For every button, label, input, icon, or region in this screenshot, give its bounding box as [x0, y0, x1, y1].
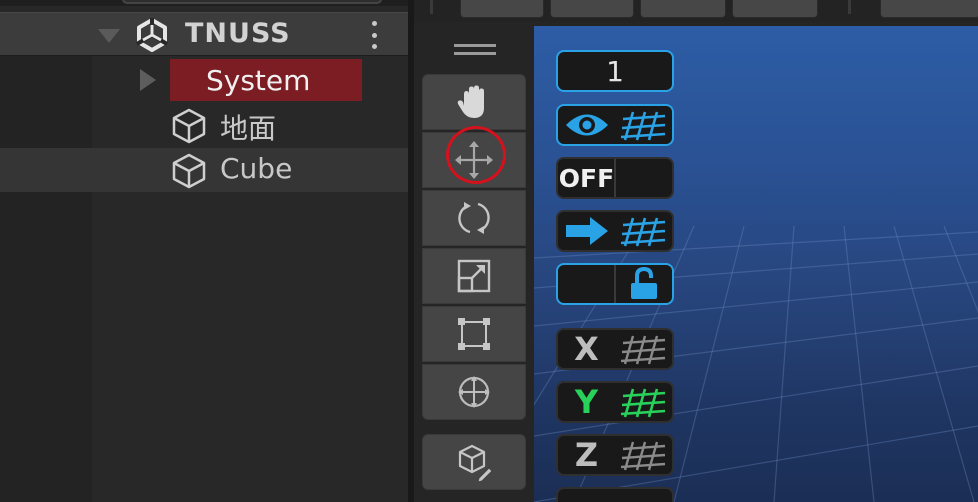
arrow-half [558, 212, 615, 250]
scale-tool-icon [457, 259, 491, 293]
toolbar-button[interactable] [640, 0, 726, 18]
custom-tool-icon [458, 444, 493, 483]
hierarchy-toolbar [0, 0, 408, 6]
hierarchy-search-field[interactable] [122, 0, 382, 4]
system-foldout-arrow[interactable] [140, 69, 156, 91]
drag-handle[interactable] [454, 44, 496, 47]
lock-toggle[interactable] [556, 263, 674, 305]
rotate-tool-button[interactable] [422, 190, 526, 246]
grid-icon [620, 388, 665, 418]
axis-z-grid-toggle[interactable]: Z [556, 434, 674, 476]
off-half: OFF [558, 159, 615, 197]
layer-count: 1 [606, 54, 624, 88]
layer-count-button[interactable]: 1 [556, 50, 674, 92]
grid-half [615, 330, 672, 368]
toggle-knob [558, 265, 615, 303]
axis-y-grid-toggle[interactable]: Y [556, 381, 674, 423]
toggle-knob [615, 159, 672, 197]
hierarchy-item-ground[interactable]: 地面 [0, 103, 408, 147]
grid-icon [620, 217, 665, 247]
editor-window: TNUSS System 地面 Cube 1 OFF X Y Z [0, 0, 978, 502]
custom-tool-button[interactable] [422, 434, 526, 490]
transform-tool-button[interactable] [422, 364, 526, 420]
eye-half [558, 106, 615, 144]
axis-x-label: X [574, 330, 599, 368]
toolbar-button[interactable] [550, 0, 634, 18]
toolbar-button[interactable] [732, 0, 818, 18]
cube-icon [172, 153, 206, 189]
highlight-ring [446, 126, 506, 184]
cube-icon [172, 108, 206, 144]
scene-row[interactable]: TNUSS [0, 12, 408, 56]
drag-handle[interactable] [454, 52, 496, 55]
hand-tool-icon [457, 85, 484, 118]
unity-logo-icon [135, 18, 169, 52]
hierarchy-item-cube[interactable]: Cube [0, 148, 408, 192]
toolbar-separator [848, 0, 851, 14]
visibility-grid-toggle[interactable] [556, 104, 674, 146]
grid-icon [620, 335, 665, 365]
axis-y-label: Y [574, 383, 599, 421]
hierarchy-item-label: 地面 [220, 112, 277, 145]
view-mode-toggle[interactable] [556, 487, 674, 502]
hierarchy-item-label: Cube [220, 152, 293, 185]
grid-half [615, 383, 672, 421]
arrow-right-icon [565, 217, 608, 245]
hand-tool-button[interactable] [422, 74, 526, 130]
scene-foldout-arrow[interactable] [98, 29, 120, 43]
grid-half [615, 106, 672, 144]
axis-z-label: Z [574, 436, 599, 474]
scene-toolbar [414, 0, 978, 22]
hierarchy-item-system[interactable]: System [0, 58, 408, 102]
snap-grid-toggle[interactable] [556, 210, 674, 252]
axis-half: Z [558, 436, 615, 474]
toolbar-separator [430, 0, 433, 14]
scene-name: TNUSS [185, 18, 291, 49]
unlock-icon [630, 266, 657, 299]
axis-half: X [558, 330, 615, 368]
grid-half [615, 212, 672, 250]
tools-overlay [414, 22, 534, 502]
transform-tool-icon [458, 376, 490, 408]
scale-tool-button[interactable] [422, 248, 526, 304]
toolbar-button[interactable] [460, 0, 544, 18]
more-vert-icon[interactable] [366, 21, 382, 49]
rotate-tool-icon [458, 202, 490, 234]
lock-half [615, 265, 672, 303]
hierarchy-panel: TNUSS System 地面 Cube [0, 0, 408, 502]
hierarchy-item-label: System [206, 64, 311, 97]
axis-half: Y [558, 383, 615, 421]
eye-icon [565, 114, 608, 136]
grid-half [615, 436, 672, 474]
off-toggle[interactable]: OFF [556, 157, 674, 199]
scene-view: 1 OFF X Y Z [414, 0, 978, 502]
rect-tool-icon [458, 318, 490, 350]
axis-x-grid-toggle[interactable]: X [556, 328, 674, 370]
grid-icon [620, 441, 665, 471]
toggle-off-label: OFF [558, 163, 615, 193]
toolbar-button[interactable] [880, 0, 978, 18]
rect-tool-button[interactable] [422, 306, 526, 362]
grid-icon [620, 111, 665, 141]
